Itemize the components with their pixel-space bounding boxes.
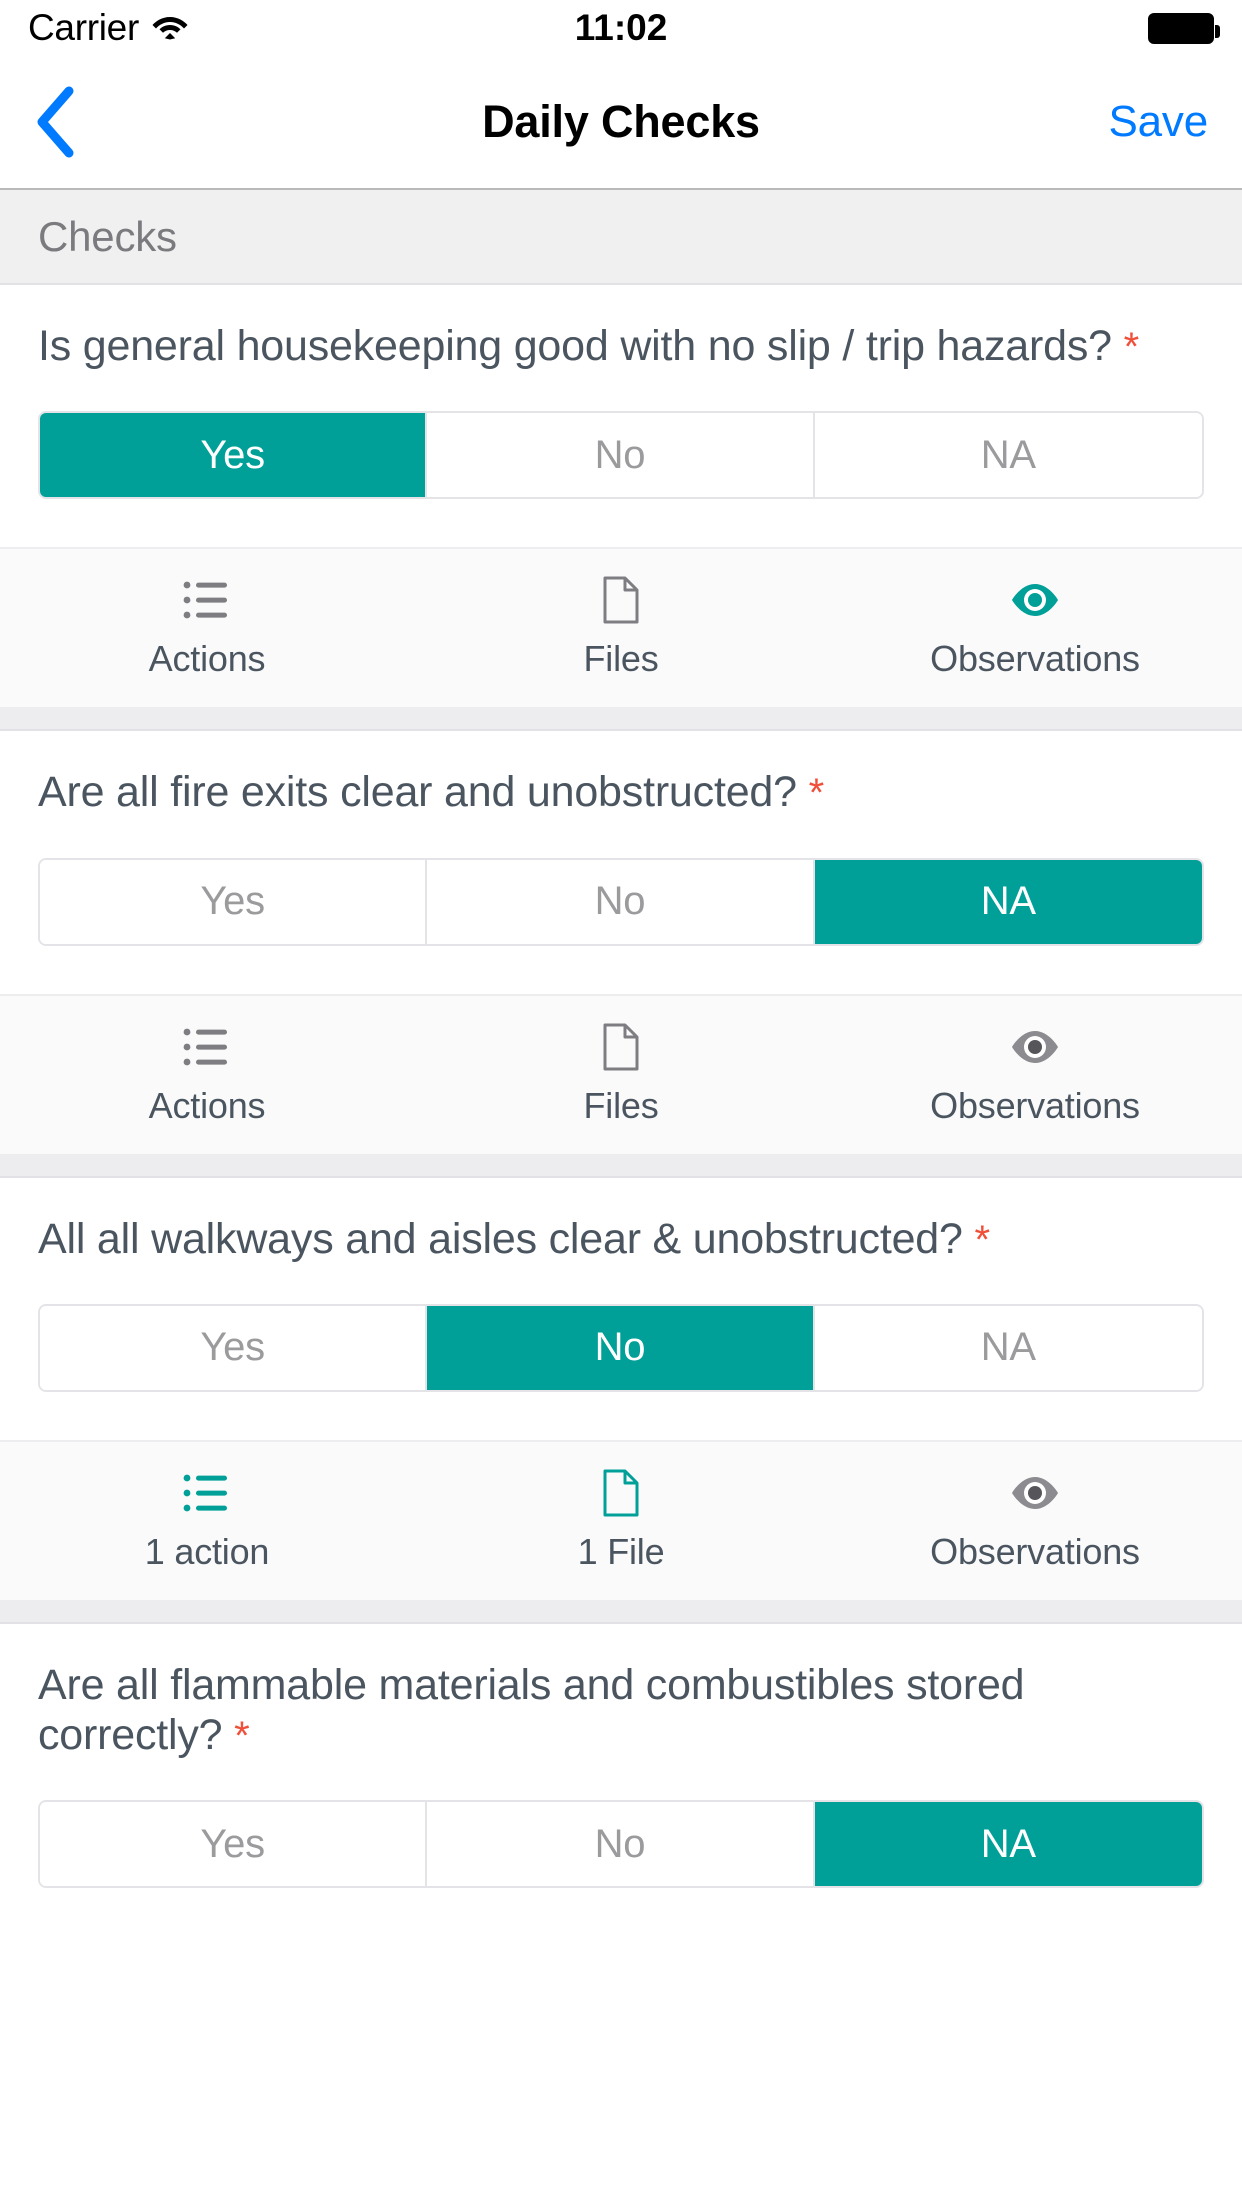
action-bar-1: Actions Files Observations [0,547,1242,710]
required-marker-4: * [234,1714,250,1759]
observations-button-2[interactable]: Observations [828,996,1242,1154]
block-divider [0,1601,1242,1624]
actions-label-2: Actions [148,1084,266,1126]
question-block-2: Are all fire exits clear and unobstructe… [0,731,1242,1156]
segmented-control-4[interactable]: Yes No NA [38,1800,1204,1889]
section-header-checks: Checks [0,190,1242,285]
segment-yes-1[interactable]: Yes [40,413,428,498]
status-time: 11:02 [574,7,668,48]
segment-no-3[interactable]: No [427,1305,815,1390]
list-icon [183,1469,231,1517]
action-bar-3: 1 action 1 File Observations [0,1439,1242,1602]
question-text-4: Are all flammable materials and combusti… [0,1624,1242,1761]
file-icon [602,1469,640,1517]
actions-label-3: 1 action [144,1530,270,1572]
segment-no-2[interactable]: No [427,859,815,944]
required-marker-2: * [808,771,825,816]
list-icon [183,1023,231,1071]
status-bar: Carrier 11:02 [0,0,1242,56]
file-icon [602,1023,640,1071]
file-icon [602,576,640,624]
eye-icon [1008,1023,1062,1071]
files-label-3: 1 File [577,1530,665,1572]
checks-list[interactable]: Checks Is general housekeeping good with… [0,190,1242,2208]
block-divider [0,709,1242,732]
segment-no-1[interactable]: No [427,413,815,498]
required-marker-1: * [1123,325,1140,369]
segmented-control-3[interactable]: Yes No NA [38,1303,1204,1392]
required-marker-3: * [974,1217,990,1262]
observations-label-3: Observations [930,1530,1140,1572]
files-label-2: Files [583,1084,659,1126]
files-button-2[interactable]: Files [414,996,828,1154]
segment-no-4[interactable]: No [427,1802,815,1887]
segment-na-3[interactable]: NA [814,1305,1202,1390]
action-bar-2: Actions Files Observations [0,993,1242,1156]
segmented-control-2[interactable]: Yes No NA [38,857,1204,946]
list-icon [183,576,231,624]
save-button[interactable]: Save [1109,97,1209,147]
segment-yes-4[interactable]: Yes [40,1802,428,1887]
actions-button-1[interactable]: Actions [0,549,414,707]
observations-button-1[interactable]: Observations [828,549,1242,707]
section-header-label: Checks [38,212,177,260]
files-button-3[interactable]: 1 File [414,1442,828,1600]
segment-na-4[interactable]: NA [814,1802,1202,1887]
observations-button-3[interactable]: Observations [828,1442,1242,1600]
page-title: Daily Checks [482,96,760,147]
files-button-1[interactable]: Files [414,549,828,707]
status-bar-right [1148,12,1220,44]
observations-label-2: Observations [930,1084,1140,1126]
question-label-1: Is general housekeeping good with no sli… [38,322,1112,370]
segment-na-2[interactable]: NA [814,859,1202,944]
actions-button-2[interactable]: Actions [0,996,414,1154]
segment-yes-2[interactable]: Yes [40,859,428,944]
eye-icon [1008,576,1062,624]
question-label-3: All all walkways and aisles clear & unob… [38,1214,963,1263]
actions-label-1: Actions [148,638,266,680]
actions-button-3[interactable]: 1 action [0,1442,414,1600]
question-label-4: Are all flammable materials and combusti… [38,1660,1025,1760]
question-text-2: Are all fire exits clear and unobstructe… [0,731,1242,817]
battery-icon [1148,12,1220,44]
block-divider [0,1155,1242,1178]
segmented-control-1[interactable]: Yes No NA [38,411,1204,500]
question-block-1: Is general housekeeping good with no sli… [0,285,1242,710]
question-text-1: Is general housekeeping good with no sli… [0,285,1242,371]
segment-na-1[interactable]: NA [814,413,1202,498]
observations-label-1: Observations [930,638,1140,680]
question-block-3: All all walkways and aisles clear & unob… [0,1177,1242,1602]
segment-yes-3[interactable]: Yes [40,1305,428,1390]
question-label-2: Are all fire exits clear and unobstructe… [38,768,797,817]
eye-icon [1008,1469,1062,1517]
question-block-4: Are all flammable materials and combusti… [0,1623,1242,1889]
question-text-3: All all walkways and aisles clear & unob… [0,1178,1242,1264]
files-label-1: Files [583,638,659,680]
navigation-bar: Daily Checks Save [0,56,1242,190]
app-screen: Carrier 11:02 Daily Checks Save Checks I… [0,0,1242,2208]
